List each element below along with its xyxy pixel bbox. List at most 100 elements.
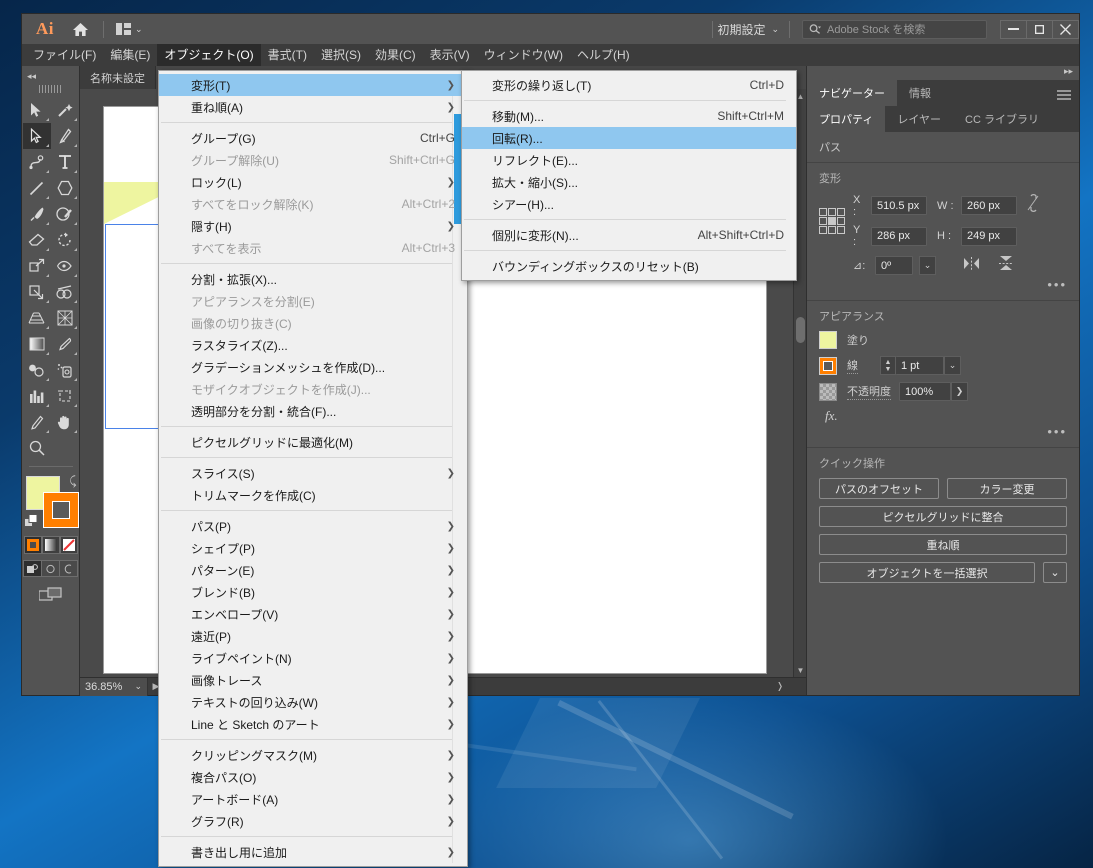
default-fill-stroke-icon[interactable] xyxy=(23,514,39,534)
appearance-stroke-swatch[interactable] xyxy=(819,356,837,375)
transform-submenu-item-10[interactable]: バウンディングボックスのリセット(B) xyxy=(462,255,796,277)
vertical-scroll-thumb[interactable] xyxy=(796,317,805,343)
free-transform-tool[interactable] xyxy=(23,279,51,305)
properties-tab-2[interactable]: CC ライブラリ xyxy=(953,106,1051,132)
offset-path-button[interactable]: パスのオフセット xyxy=(819,478,939,499)
flip-vertical-icon[interactable] xyxy=(999,256,1013,275)
curvature-tool[interactable] xyxy=(23,149,51,175)
width-tool[interactable] xyxy=(51,253,79,279)
opacity-input[interactable]: 100% xyxy=(899,382,951,401)
arrange-documents-button[interactable]: ⌄ xyxy=(108,23,151,35)
object-menu-item-18[interactable]: ピクセルグリッドに最適化(M) xyxy=(159,431,467,453)
menubar-item-5[interactable]: 効果(C) xyxy=(368,44,423,66)
flip-horizontal-icon[interactable] xyxy=(964,256,979,275)
object-menu-item-13[interactable]: ラスタライズ(Z)... xyxy=(159,334,467,356)
object-menu-item-36[interactable]: アートボード(A) ❯ xyxy=(159,788,467,810)
object-menu-item-28[interactable]: 遠近(P) ❯ xyxy=(159,625,467,647)
menubar-item-7[interactable]: ウィンドウ(W) xyxy=(477,44,570,66)
screen-mode-button[interactable] xyxy=(37,587,63,604)
align-to-pixel-grid-button[interactable]: ピクセルグリッドに整合 xyxy=(819,506,1067,527)
pen-tool[interactable] xyxy=(51,123,79,149)
properties-tab-1[interactable]: レイヤー xyxy=(885,106,954,132)
expand-panels-icon[interactable]: ▸▸ xyxy=(807,66,1079,80)
transform-submenu-item-0[interactable]: 変形の繰り返し(T) Ctrl+D xyxy=(462,74,796,96)
scroll-right-icon[interactable]: ❭ xyxy=(772,681,788,692)
select-same-button[interactable]: オブジェクトを一括選択 xyxy=(819,562,1035,583)
object-menu-item-3[interactable]: グループ(G) Ctrl+G xyxy=(159,127,467,149)
polygon-tool[interactable] xyxy=(51,175,79,201)
appearance-fill-swatch[interactable] xyxy=(819,331,837,349)
gradient-tool[interactable] xyxy=(23,331,51,357)
object-menu-item-0[interactable]: 変形(T) ❯ xyxy=(159,74,467,96)
shaper-tool[interactable] xyxy=(51,201,79,227)
transform-submenu-item-8[interactable]: 個別に変形(N)... Alt+Shift+Ctrl+D xyxy=(462,224,796,246)
transform-submenu-item-6[interactable]: シアー(H)... xyxy=(462,193,796,215)
reference-point-selector[interactable] xyxy=(819,208,845,234)
collapse-tools-icon[interactable]: ◂◂ xyxy=(22,68,36,83)
object-menu-item-27[interactable]: エンベロープ(V) ❯ xyxy=(159,603,467,625)
paintbrush-tool[interactable] xyxy=(23,201,51,227)
draw-normal-button[interactable] xyxy=(22,560,42,577)
column-graph-tool[interactable] xyxy=(23,383,51,409)
stroke-weight-dropdown[interactable]: ⌄ xyxy=(944,356,961,375)
stroke-color-swatch[interactable] xyxy=(42,492,79,528)
appearance-more-options[interactable]: ••• xyxy=(819,424,1067,439)
transform-submenu-item-2[interactable]: 移動(M)... Shift+Ctrl+M xyxy=(462,105,796,127)
navigator-tab-1[interactable]: 情報 xyxy=(897,80,943,106)
object-menu-item-30[interactable]: 画像トレース ❯ xyxy=(159,669,467,691)
close-button[interactable] xyxy=(1052,19,1079,39)
object-menu-item-14[interactable]: グラデーションメッシュを作成(D)... xyxy=(159,356,467,378)
h-input[interactable]: 249 px xyxy=(961,226,1017,246)
magic-wand-tool[interactable] xyxy=(51,97,79,123)
object-menu-item-29[interactable]: ライブペイント(N) ❯ xyxy=(159,647,467,669)
transform-submenu-item-5[interactable]: 拡大・縮小(S)... xyxy=(462,171,796,193)
x-input[interactable]: 510.5 px xyxy=(871,196,927,215)
anchor-ml[interactable] xyxy=(819,217,827,225)
object-menu-item-8[interactable]: すべてを表示 Alt+Ctrl+3 xyxy=(159,237,467,259)
draw-inside-button[interactable] xyxy=(58,560,78,577)
symbol-sprayer-tool[interactable] xyxy=(51,357,79,383)
anchor-mr[interactable] xyxy=(837,217,845,225)
object-menu-item-25[interactable]: パターン(E) ❯ xyxy=(159,559,467,581)
anchor-bc[interactable] xyxy=(828,226,836,234)
scroll-right-control[interactable]: ❭ xyxy=(772,681,806,692)
appearance-opacity-swatch[interactable] xyxy=(819,382,837,401)
select-same-dropdown[interactable]: ⌄ xyxy=(1043,562,1067,583)
slice-tool[interactable] xyxy=(23,409,51,435)
scroll-down-icon[interactable]: ▼ xyxy=(794,663,806,677)
transform-submenu-item-4[interactable]: リフレクト(E)... xyxy=(462,149,796,171)
color-mode-solid-button[interactable] xyxy=(23,536,42,554)
rotate-tool[interactable] xyxy=(51,227,79,253)
adobe-stock-search-input[interactable]: Adobe Stock を検索 xyxy=(802,19,987,39)
navigator-tab-0[interactable]: ナビゲーター xyxy=(807,80,897,106)
object-menu-item-35[interactable]: 複合パス(O) ❯ xyxy=(159,766,467,788)
object-menu-item-11[interactable]: アピアランスを分割(E) xyxy=(159,290,467,312)
selection-tool[interactable] xyxy=(23,97,51,123)
object-menu-item-32[interactable]: Line と Sketch のアート ❯ xyxy=(159,713,467,735)
angle-input[interactable]: 0º xyxy=(875,256,913,275)
draw-behind-button[interactable] xyxy=(40,560,60,577)
object-menu-item-6[interactable]: すべてをロック解除(K) Alt+Ctrl+2 xyxy=(159,193,467,215)
y-input[interactable]: 286 px xyxy=(871,226,927,246)
menubar-item-2[interactable]: オブジェクト(O) xyxy=(157,44,261,66)
fx-button[interactable]: fx. xyxy=(819,408,1067,424)
menubar-item-8[interactable]: ヘルプ(H) xyxy=(570,44,637,66)
minimize-button[interactable] xyxy=(1000,19,1027,39)
swap-fill-stroke-icon[interactable]: ⤹ xyxy=(69,474,76,489)
type-tool[interactable] xyxy=(51,149,79,175)
menubar-item-0[interactable]: ファイル(F) xyxy=(26,44,103,66)
object-menu-item-24[interactable]: シェイプ(P) ❯ xyxy=(159,537,467,559)
object-menu-item-21[interactable]: トリムマークを作成(C) xyxy=(159,484,467,506)
anchor-tr[interactable] xyxy=(837,208,845,216)
zoom-level-control[interactable]: 36.85% ⌄ xyxy=(80,677,148,696)
home-icon[interactable] xyxy=(62,22,99,37)
transform-submenu-item-3[interactable]: 回転(R)... xyxy=(462,127,796,149)
object-menu-item-5[interactable]: ロック(L) ❯ xyxy=(159,171,467,193)
menubar-item-3[interactable]: 書式(T) xyxy=(261,44,314,66)
object-menu-item-7[interactable]: 隠す(H) ❯ xyxy=(159,215,467,237)
angle-dropdown-button[interactable]: ⌄ xyxy=(919,256,936,275)
direct-selection-tool[interactable] xyxy=(22,123,51,149)
object-menu-item-20[interactable]: スライス(S) ❯ xyxy=(159,462,467,484)
artboard-tool[interactable] xyxy=(51,383,79,409)
object-menu-item-31[interactable]: テキストの回り込み(W) ❯ xyxy=(159,691,467,713)
